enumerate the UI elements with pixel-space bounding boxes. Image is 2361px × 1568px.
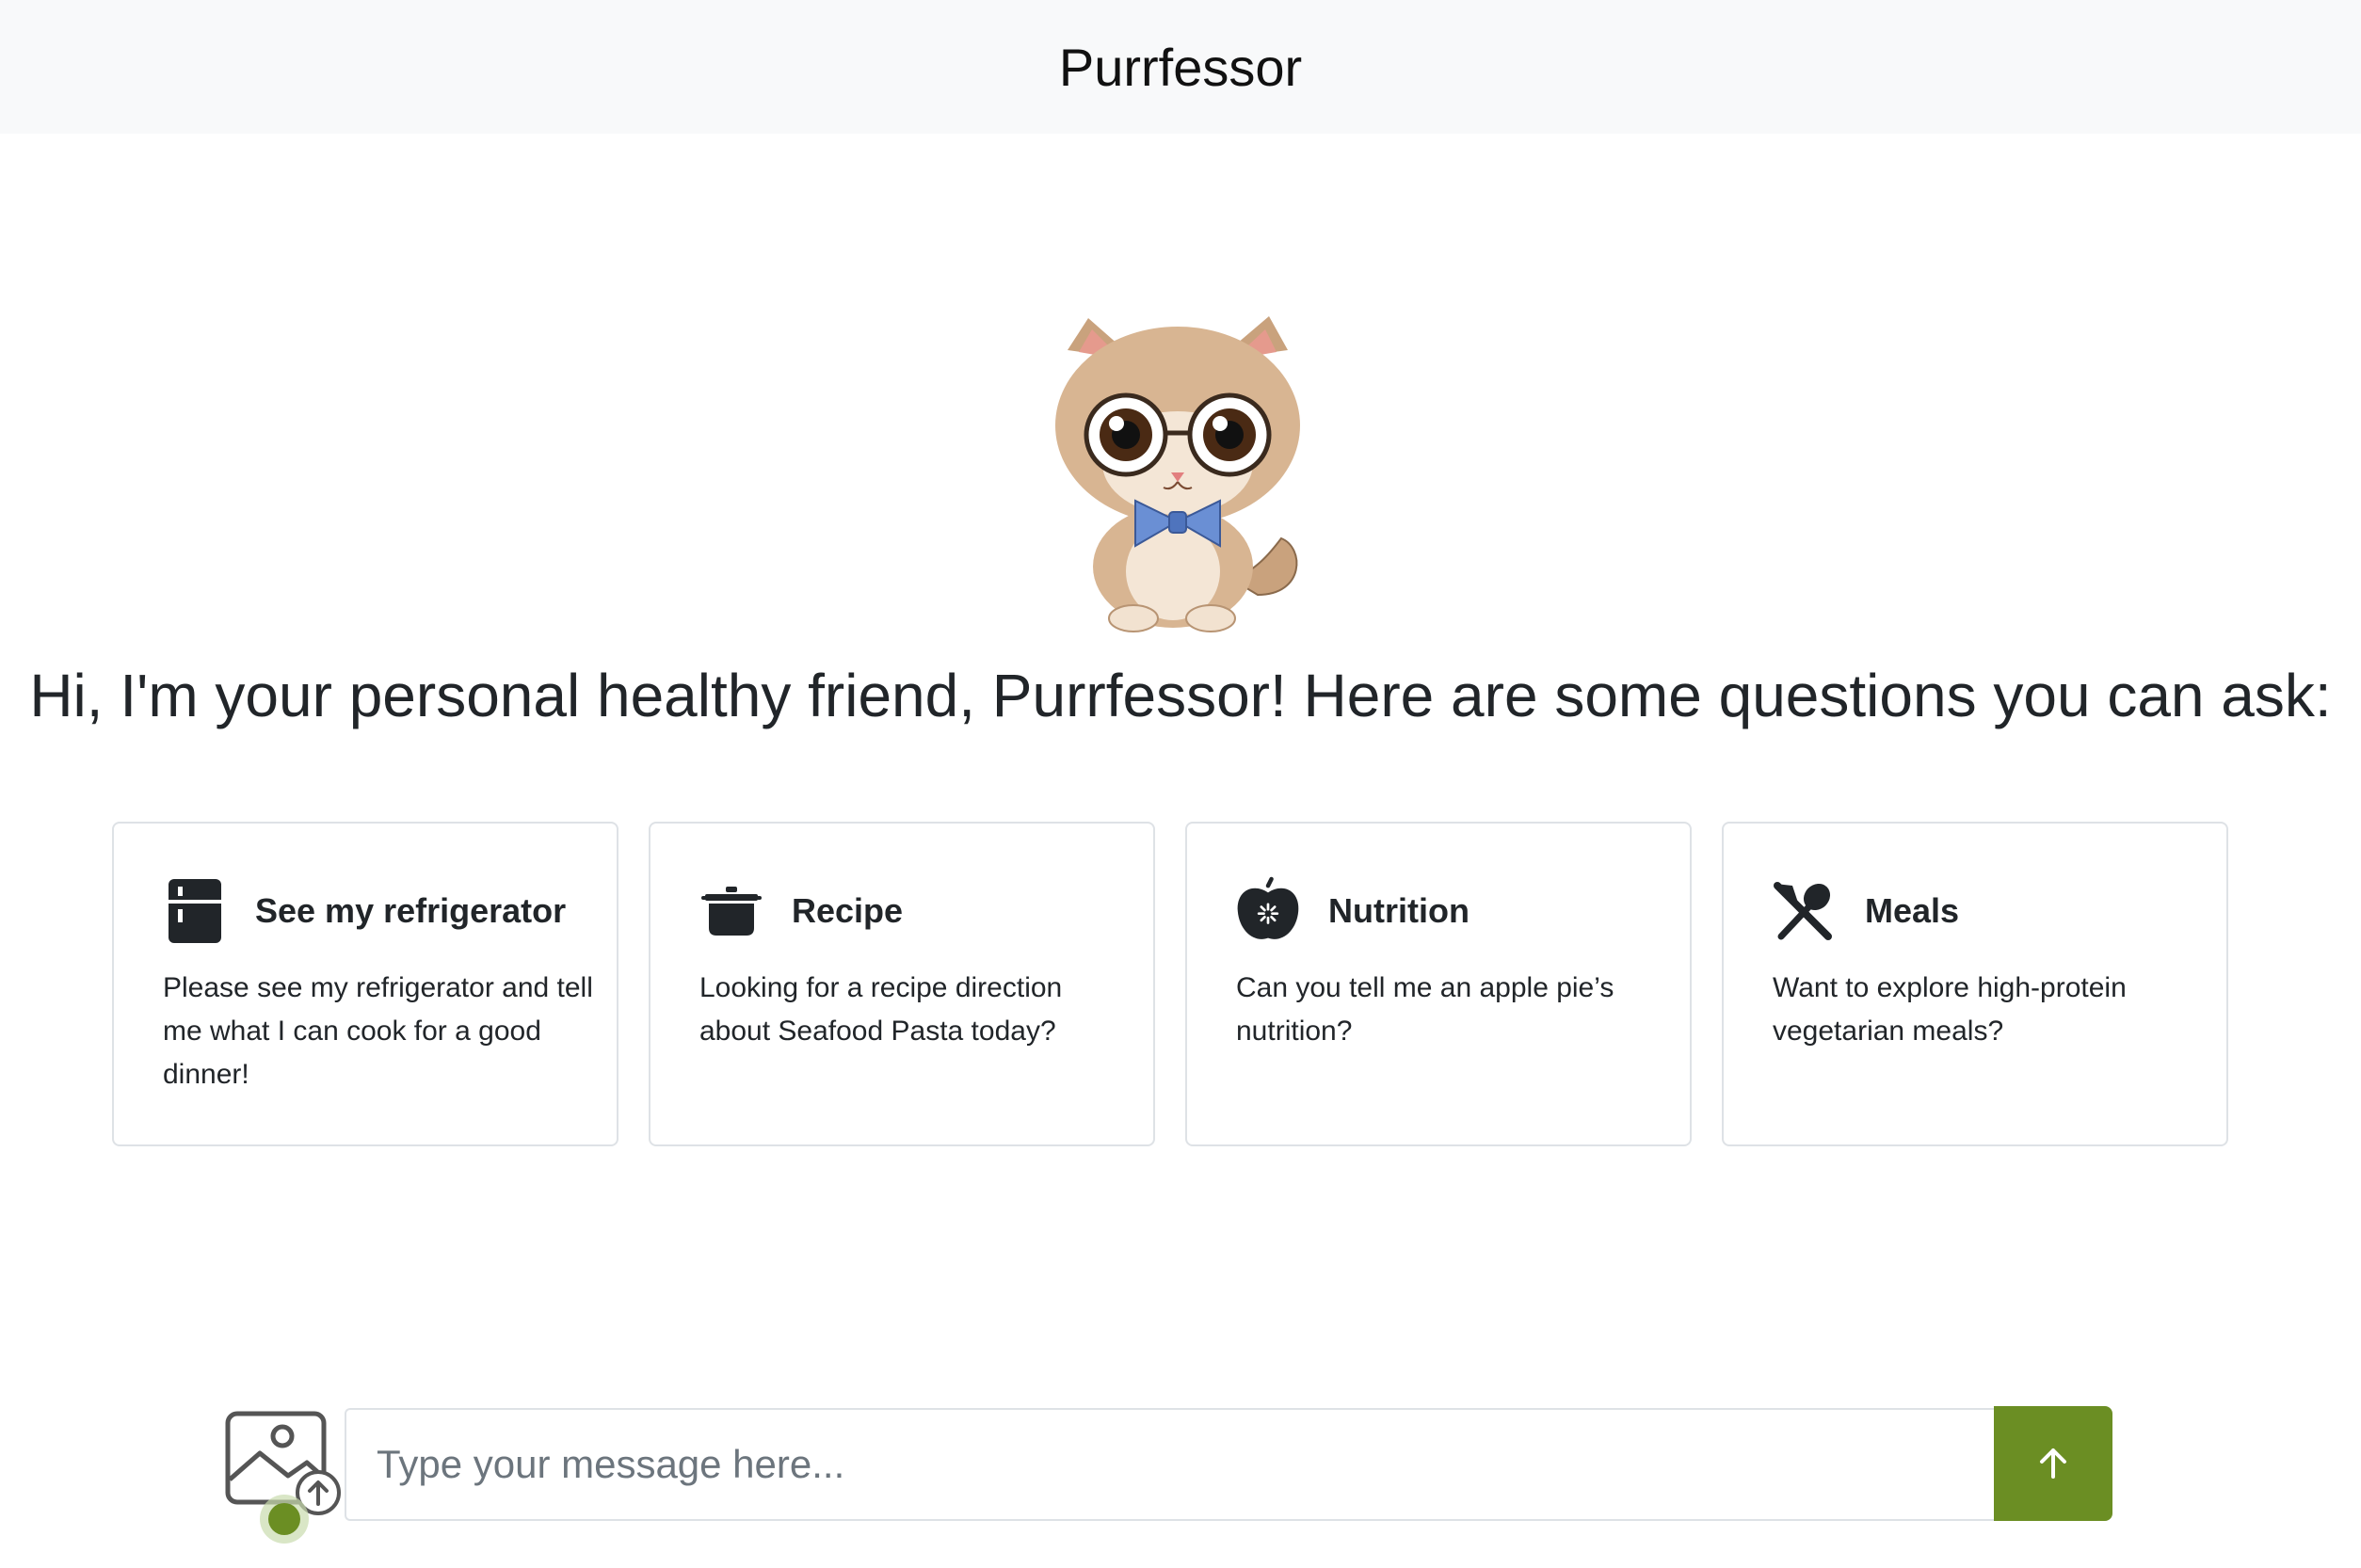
cooking-pot-icon	[699, 876, 763, 946]
suggestion-card-refrigerator[interactable]: See my refrigerator Please see my refrig…	[112, 822, 618, 1146]
send-button[interactable]	[1994, 1406, 2112, 1521]
card-text: Please see my refrigerator and tell me w…	[163, 972, 593, 1090]
apple-icon	[1236, 876, 1300, 946]
utensils-icon	[1773, 876, 1837, 946]
image-upload-icon	[225, 1411, 341, 1544]
card-text: Looking for a recipe direction about Sea…	[699, 972, 1063, 1047]
suggestion-card-nutrition[interactable]: Nutrition Can you tell me an apple pie’s…	[1185, 822, 1692, 1146]
cat-professor-mascot	[1055, 316, 1300, 632]
app-header: Purrfessor	[0, 0, 2361, 134]
card-title: Recipe	[792, 891, 904, 930]
arrow-up-icon	[2040, 1448, 2066, 1479]
greeting-heading: Hi, I'm your personal healthy friend, Pu…	[29, 662, 2332, 729]
card-text: Want to explore high-protein vegetarian …	[1773, 972, 2127, 1047]
message-input[interactable]	[345, 1408, 1998, 1521]
image-upload-button[interactable]	[222, 1406, 343, 1547]
refrigerator-icon	[163, 876, 227, 946]
card-title: See my refrigerator	[255, 891, 567, 930]
suggestion-card-meals[interactable]: Meals Want to explore high-protein veget…	[1722, 822, 2228, 1146]
card-title: Meals	[1865, 891, 1960, 930]
card-title: Nutrition	[1328, 891, 1470, 930]
suggestion-card-recipe[interactable]: Recipe Looking for a recipe direction ab…	[649, 822, 1155, 1146]
app-title: Purrfessor	[1058, 37, 1303, 97]
card-text: Can you tell me an apple pie’s nutrition…	[1236, 972, 1614, 1047]
